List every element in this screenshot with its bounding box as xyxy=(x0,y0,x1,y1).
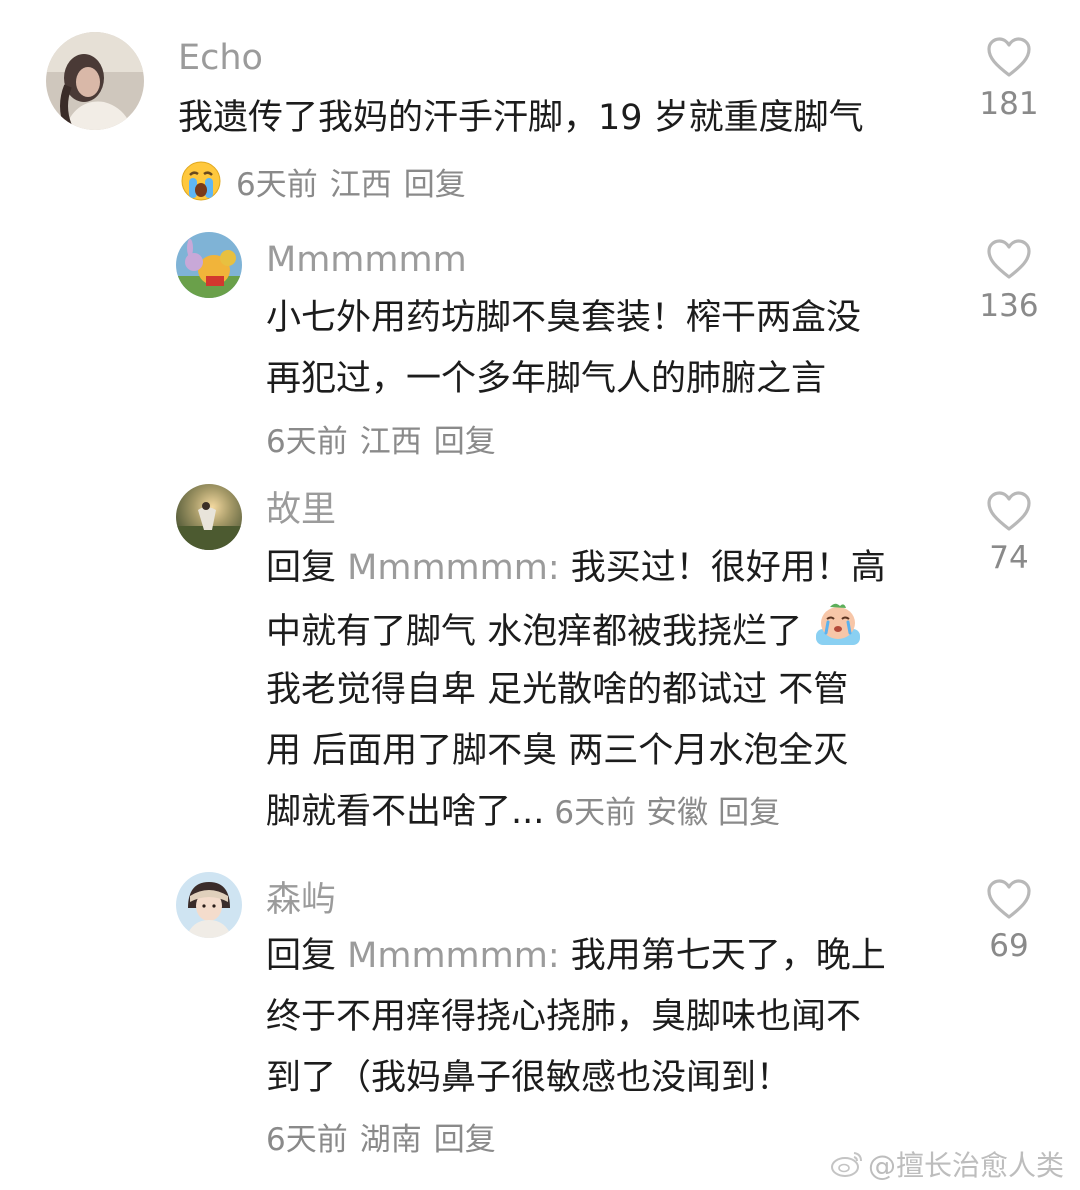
comment-line-text: 我买过！很好用！高 xyxy=(570,548,886,588)
like-button[interactable]: 74 xyxy=(964,490,1054,578)
reply-prefix: 回复 xyxy=(266,548,337,588)
reply-target-username[interactable]: Mmmmmm: xyxy=(347,936,559,976)
comment-time: 6天前 xyxy=(266,1122,348,1158)
comment-line: 小七外用药坊脚不臭套装！榨干两盒没 xyxy=(266,298,862,338)
comment-location: 江西 xyxy=(329,166,392,203)
comment-line: 中就有了脚气 水泡痒都被我挠烂了 xyxy=(266,599,886,660)
comment-line-text: 我用第七天了，晚上 xyxy=(570,936,886,976)
comment-location: 湖南 xyxy=(359,1122,422,1158)
weibo-logo-icon xyxy=(830,1149,864,1184)
heart-icon[interactable] xyxy=(986,36,1032,78)
comment-time: 6天前 xyxy=(236,166,318,203)
username[interactable]: Mmmmmm xyxy=(266,240,467,280)
comment-line: 回复 Mmmmmm: 我买过！很好用！高 xyxy=(266,538,886,599)
heart-icon[interactable] xyxy=(986,238,1032,280)
avatar-image xyxy=(46,32,144,130)
username[interactable]: 森屿 xyxy=(266,880,336,920)
reply-prefix: 回复 xyxy=(266,936,337,976)
avatar-image xyxy=(176,232,242,298)
watermark: @擅长治愈人类 xyxy=(830,1144,1064,1185)
comment-meta: 6天前 湖南 回复 xyxy=(266,1120,508,1160)
comment-meta: 6天前 江西 回复 xyxy=(266,422,508,462)
comment-text: 我遗传了我妈的汗手汗脚，19 岁就重度脚气 xyxy=(178,88,864,149)
comment-line: 终于不用痒得挠心挠肺，臭脚味也闻不 xyxy=(266,997,862,1037)
like-button[interactable]: 136 xyxy=(964,238,1054,326)
avatar[interactable] xyxy=(176,232,242,298)
comment-time: 6天前 xyxy=(266,424,348,460)
avatar[interactable] xyxy=(176,484,242,550)
comment-text: 小七外用药坊脚不臭套装！榨干两盒没 再犯过，一个多年脚气人的肺腑之言 xyxy=(266,288,861,410)
comment-line-text: 脚就看不出啥了... xyxy=(266,792,545,832)
reply-target-username[interactable]: Mmmmmm: xyxy=(347,548,559,588)
avatar[interactable] xyxy=(176,872,242,938)
crying-bear-icon xyxy=(813,599,863,667)
crying-face-icon xyxy=(180,160,222,212)
comment-line: 再犯过，一个多年脚气人的肺腑之言 xyxy=(266,359,827,399)
comment-line: 脚就看不出啥了... 6天前 安徽 回复 xyxy=(266,782,886,843)
reply-button[interactable]: 回复 xyxy=(718,795,780,831)
avatar[interactable] xyxy=(46,32,144,130)
like-count: 74 xyxy=(989,540,1029,576)
comment-line: 我遗传了我妈的汗手汗脚，19 岁就重度脚气 xyxy=(178,98,864,138)
comment-location: 安徽 xyxy=(646,795,709,831)
comment-time: 6天前 xyxy=(554,795,637,831)
comment-meta: 6天前 江西 回复 xyxy=(180,160,478,212)
heart-icon[interactable] xyxy=(986,490,1032,532)
avatar-image xyxy=(176,872,242,938)
comment-text: 回复 Mmmmmm: 我买过！很好用！高 中就有了脚气 水泡痒都被我挠烂了 我老… xyxy=(266,538,886,843)
reply-button[interactable]: 回复 xyxy=(434,1122,496,1158)
like-button[interactable]: 181 xyxy=(964,36,1054,124)
like-count: 136 xyxy=(979,288,1039,324)
like-button[interactable]: 69 xyxy=(964,878,1054,966)
comment-meta: 6天前 安徽 回复 xyxy=(544,795,780,831)
comment-line: 我老觉得自卑 足光散啥的都试过 不管 xyxy=(266,670,849,710)
comment-location: 江西 xyxy=(359,424,422,460)
comment-line: 回复 Mmmmmm: 我用第七天了，晚上 xyxy=(266,926,886,987)
watermark-text: @擅长治愈人类 xyxy=(867,1148,1064,1182)
like-count: 181 xyxy=(979,86,1039,122)
reply-button[interactable]: 回复 xyxy=(404,167,466,203)
comment-line: 到了（我妈鼻子很敏感也没闻到！ xyxy=(266,1058,792,1098)
comment-line: 用 后面用了脚不臭 两三个月水泡全灭 xyxy=(266,731,849,771)
reply-button[interactable]: 回复 xyxy=(434,424,496,460)
avatar-image xyxy=(176,484,242,550)
comment-text: 回复 Mmmmmm: 我用第七天了，晚上 终于不用痒得挠心挠肺，臭脚味也闻不 到… xyxy=(266,926,886,1109)
username[interactable]: 故里 xyxy=(266,490,336,530)
like-count: 69 xyxy=(989,928,1029,964)
comment-line-text: 中就有了脚气 水泡痒都被我挠烂了 xyxy=(266,612,803,652)
username[interactable]: Echo xyxy=(178,38,263,78)
heart-icon[interactable] xyxy=(986,878,1032,920)
